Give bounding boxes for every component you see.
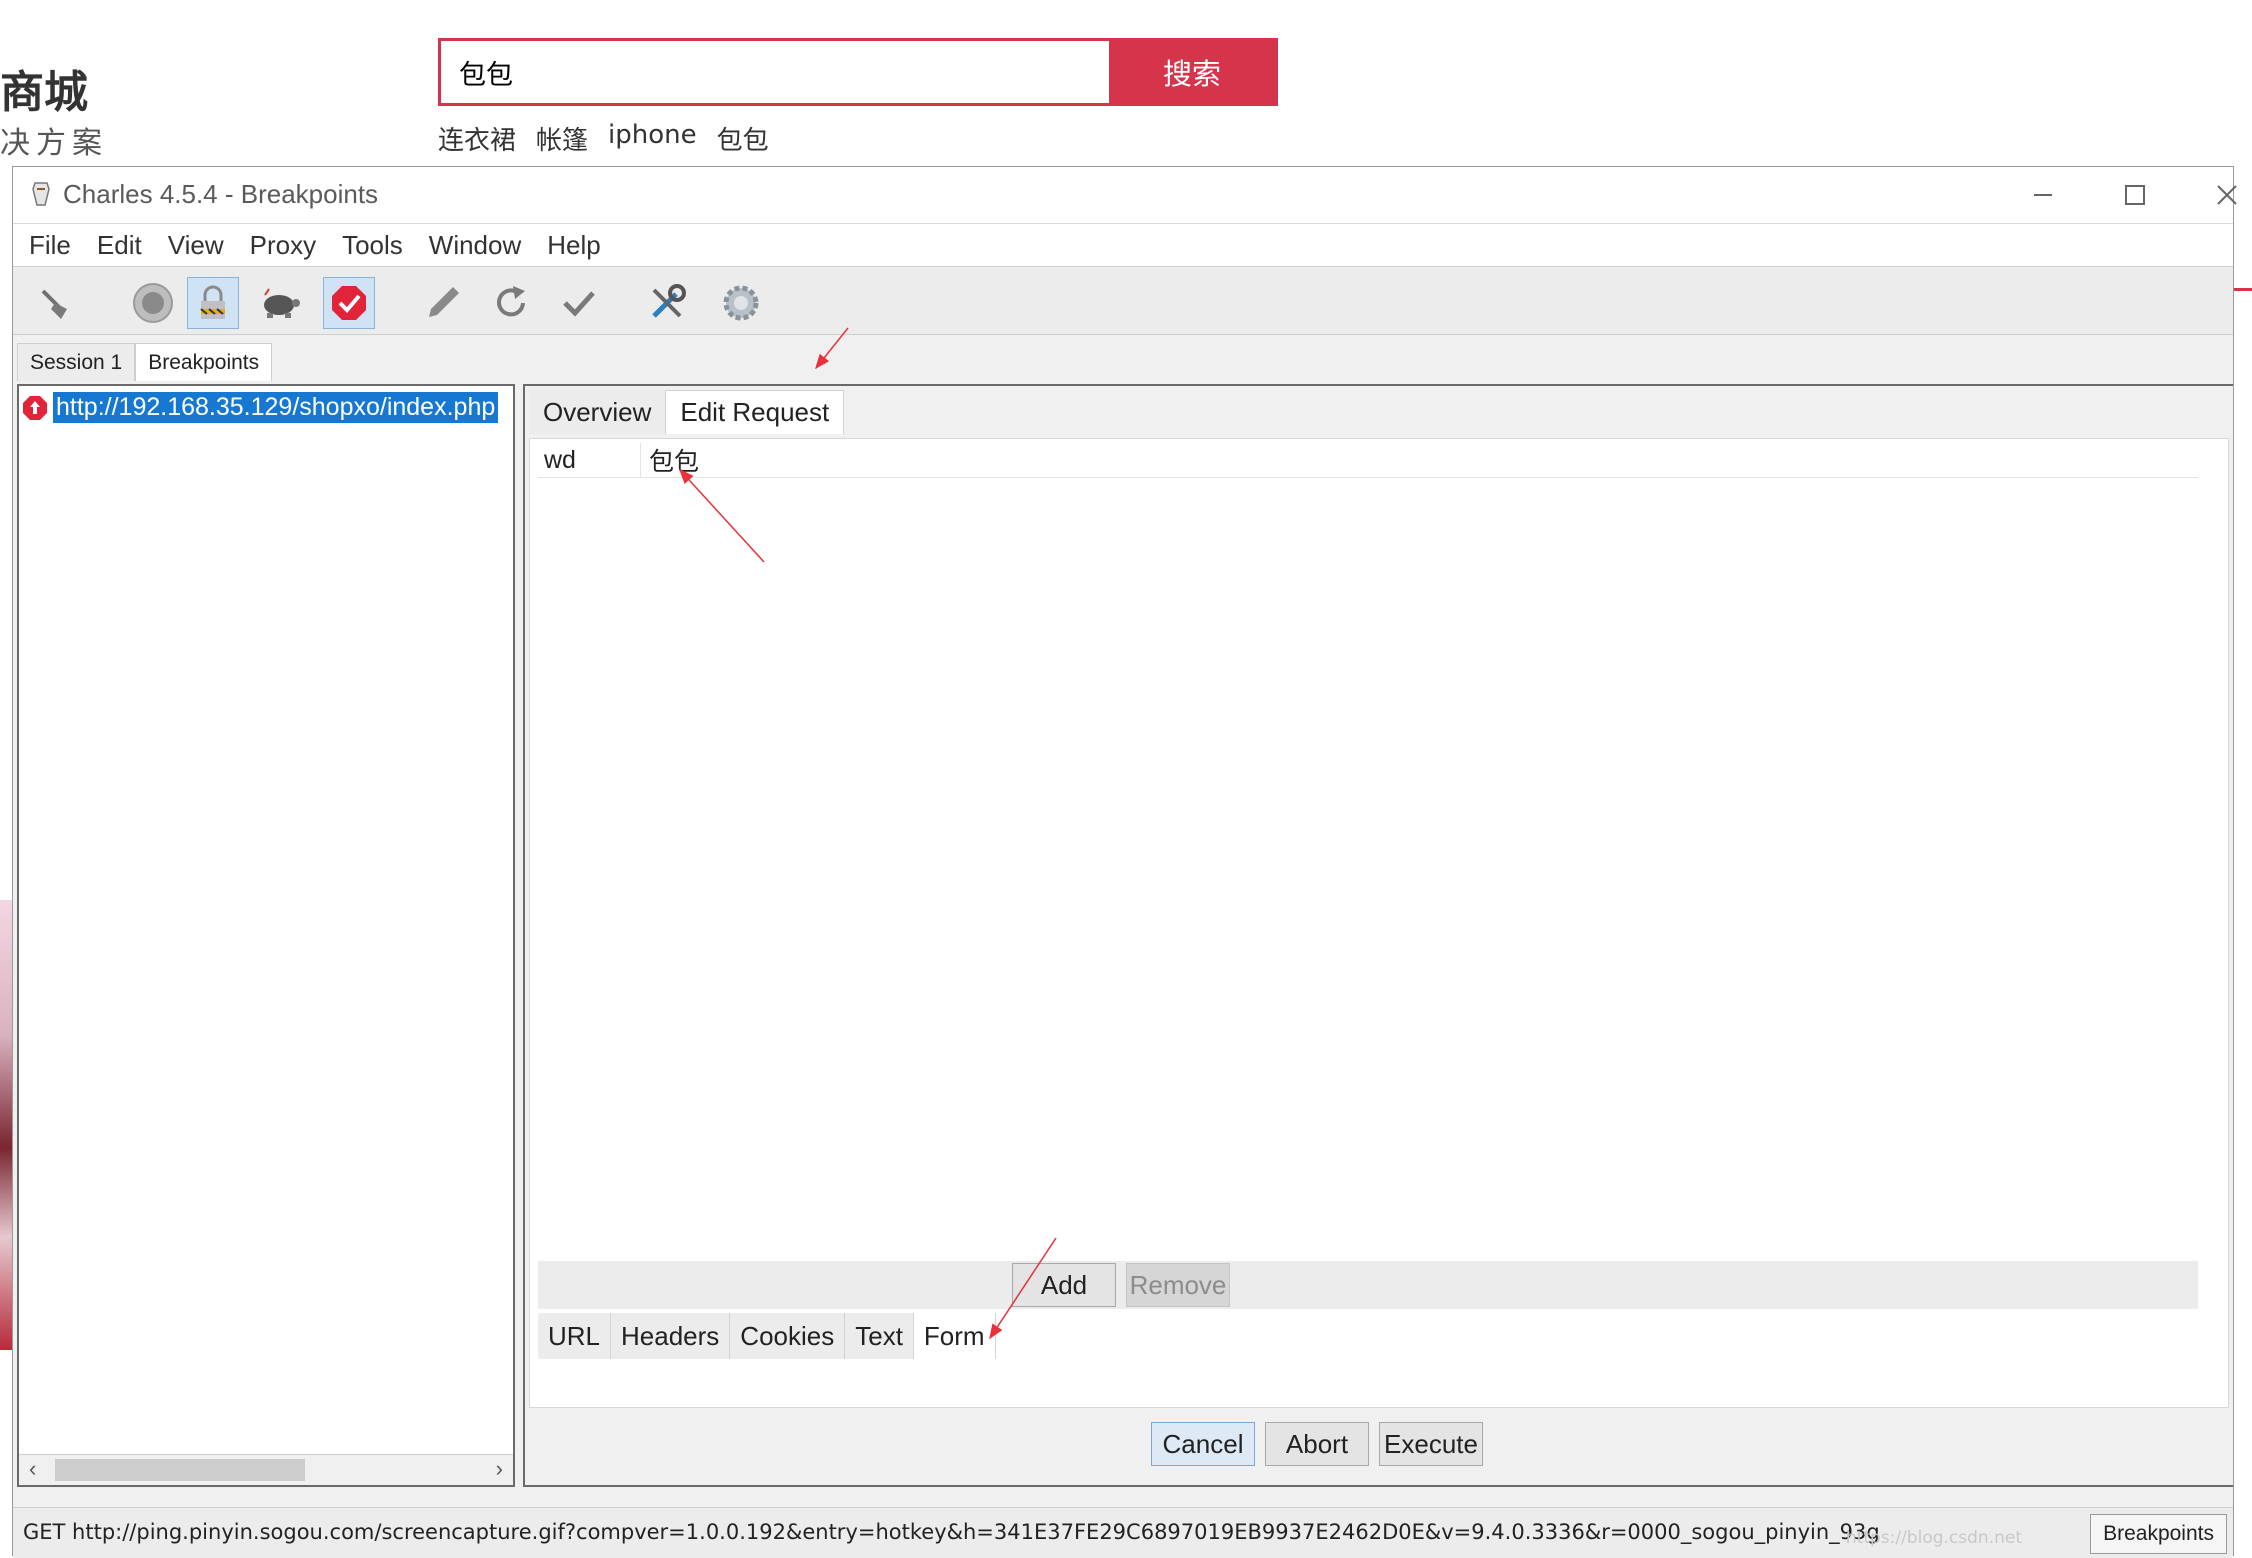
menu-proxy[interactable]: Proxy <box>250 230 316 261</box>
hot-word-link[interactable]: 连衣裙 <box>438 120 516 157</box>
charles-app-icon <box>32 182 50 206</box>
hot-word-link[interactable]: 包包 <box>717 120 769 157</box>
tab-overview[interactable]: Overview <box>529 390 666 434</box>
menu-file[interactable]: File <box>29 230 71 261</box>
form-param-value[interactable]: 包包 <box>641 442 699 478</box>
execute-button[interactable]: Execute <box>1379 1422 1483 1466</box>
form-actions-bar: Add Remove <box>538 1261 2198 1309</box>
tab-cookies[interactable]: Cookies <box>730 1313 846 1359</box>
shop-logo-subtitle: 决方案 <box>0 126 108 161</box>
menu-help[interactable]: Help <box>547 230 600 261</box>
abort-button[interactable]: Abort <box>1265 1422 1369 1466</box>
scroll-left-icon[interactable]: ‹ <box>29 1456 36 1482</box>
settings-gear-icon[interactable] <box>715 277 767 329</box>
tab-url[interactable]: URL <box>538 1313 612 1359</box>
status-breakpoints-button[interactable]: Breakpoints <box>2090 1514 2227 1554</box>
watermark: https://blog.csdn.net <box>1845 1528 2022 1548</box>
form-param-row[interactable]: wd 包包 <box>538 443 2198 478</box>
record-icon[interactable] <box>127 277 179 329</box>
menu-tools[interactable]: Tools <box>342 230 403 261</box>
menu-window[interactable]: Window <box>429 230 521 261</box>
cancel-button[interactable]: Cancel <box>1151 1422 1255 1466</box>
scrollbar-thumb[interactable] <box>55 1459 305 1481</box>
maximize-icon[interactable] <box>2105 175 2165 215</box>
tab-form[interactable]: Form <box>913 1313 996 1359</box>
breakpoint-tree: http://192.168.35.129/shopxo/index.php ‹… <box>17 384 515 1487</box>
tab-breakpoints[interactable]: Breakpoints <box>135 343 273 381</box>
shop-search-button[interactable]: 搜索 <box>1109 41 1275 103</box>
breakpoint-detail-pane: Overview Edit Request wd 包包 Add Remove U… <box>523 384 2233 1487</box>
status-text: GET http://ping.pinyin.sogou.com/screenc… <box>23 1520 1880 1544</box>
detail-top-tabs: Overview Edit Request <box>529 390 845 434</box>
menu-bar: File Edit View Proxy Tools Window Help <box>13 223 2233 267</box>
hot-word-link[interactable]: 帐篷 <box>536 120 588 157</box>
breakpoint-stop-icon <box>23 395 47 420</box>
charles-window: Charles 4.5.4 - Breakpoints File Edit Vi… <box>12 166 2237 1558</box>
scroll-right-icon[interactable]: › <box>496 1456 503 1482</box>
toolbar <box>13 268 2233 335</box>
tab-text[interactable]: Text <box>845 1313 914 1359</box>
menu-edit[interactable]: Edit <box>97 230 142 261</box>
form-param-name[interactable]: wd <box>538 443 641 477</box>
title-bar: Charles 4.5.4 - Breakpoints <box>13 167 2237 223</box>
add-button[interactable]: Add <box>1012 1263 1116 1307</box>
tab-edit-request[interactable]: Edit Request <box>665 390 845 434</box>
broom-icon[interactable] <box>29 277 81 329</box>
minimize-icon[interactable] <box>2013 175 2073 215</box>
breakpoints-icon[interactable] <box>323 277 375 329</box>
session-tabs: Session 1 Breakpoints <box>17 343 273 381</box>
validate-check-icon[interactable] <box>553 277 605 329</box>
refresh-icon[interactable] <box>485 277 537 329</box>
tree-item-url[interactable]: http://192.168.35.129/shopxo/index.php <box>53 392 499 423</box>
edit-request-content: wd 包包 Add Remove URL Headers Cookies Tex… <box>529 438 2229 1408</box>
pen-icon[interactable] <box>417 277 469 329</box>
horizontal-scrollbar[interactable]: ‹ › <box>19 1454 513 1485</box>
remove-button[interactable]: Remove <box>1126 1263 1230 1307</box>
menu-view[interactable]: View <box>168 230 224 261</box>
ssl-proxy-icon[interactable] <box>187 277 239 329</box>
tab-headers[interactable]: Headers <box>611 1313 731 1359</box>
tab-session-1[interactable]: Session 1 <box>17 343 136 381</box>
hot-word-link[interactable]: iphone <box>608 120 697 157</box>
tools-icon[interactable] <box>641 277 693 329</box>
shop-logo-title: 商城 <box>0 67 88 118</box>
hot-search-words: 连衣裙 帐篷 iphone 包包 <box>438 120 769 157</box>
request-view-tabs: URL Headers Cookies Text Form <box>538 1313 996 1359</box>
shop-search-input[interactable] <box>441 41 1109 103</box>
shop-search-box: 搜索 <box>438 38 1278 106</box>
window-title: Charles 4.5.4 - Breakpoints <box>63 179 379 209</box>
tree-item-request[interactable]: http://192.168.35.129/shopxo/index.php <box>21 392 499 423</box>
close-icon[interactable] <box>2197 175 2252 215</box>
throttle-turtle-icon[interactable] <box>253 277 305 329</box>
